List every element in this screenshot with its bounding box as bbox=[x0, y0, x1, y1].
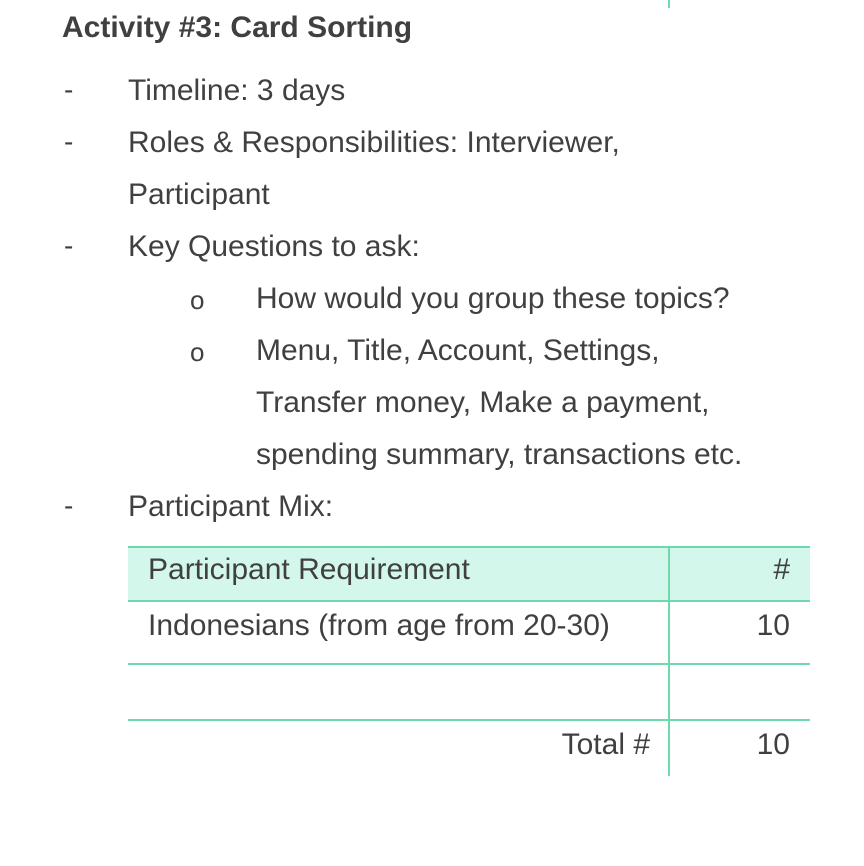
roles-text-line2: Participant bbox=[128, 178, 270, 211]
roles-text-line1: Roles & Responsibilities: Interviewer, bbox=[128, 126, 620, 159]
table-header-row: Participant Requirement # bbox=[128, 546, 810, 600]
dash-bullet: - bbox=[64, 126, 74, 157]
header-requirement: Participant Requirement bbox=[148, 553, 470, 586]
dash-bullet: - bbox=[64, 74, 74, 105]
circle-bullet: o bbox=[190, 285, 205, 315]
circle-bullet: o bbox=[190, 337, 205, 367]
total-count: 10 bbox=[756, 728, 790, 761]
row-count: 10 bbox=[756, 609, 790, 642]
table-row: Indonesians (from age from 20-30) 10 bbox=[128, 602, 810, 663]
table-border-top bbox=[128, 546, 810, 548]
participant-mix-text: Participant Mix: bbox=[128, 490, 334, 523]
dash-bullet: - bbox=[64, 490, 74, 521]
total-label: Total # bbox=[561, 728, 650, 761]
header-count: # bbox=[773, 553, 790, 586]
question-2-text-line1: Menu, Title, Account, Settings, bbox=[256, 334, 660, 367]
row-requirement: Indonesians (from age from 20-30) bbox=[148, 609, 610, 642]
key-questions-text: Key Questions to ask: bbox=[128, 230, 420, 263]
dash-bullet: - bbox=[64, 230, 74, 261]
page-table-border-fragment bbox=[668, 0, 670, 8]
question-1-text: How would you group these topics? bbox=[256, 282, 730, 315]
table-total-row: Total # 10 bbox=[128, 721, 810, 777]
question-2-text-line3: spending summary, transactions etc. bbox=[256, 438, 743, 471]
activity-heading: Activity #3: Card Sorting bbox=[62, 11, 413, 44]
question-2-text-line2: Transfer money, Make a payment, bbox=[256, 386, 710, 419]
table-row bbox=[128, 665, 810, 719]
timeline-text: Timeline: 3 days bbox=[128, 74, 346, 107]
